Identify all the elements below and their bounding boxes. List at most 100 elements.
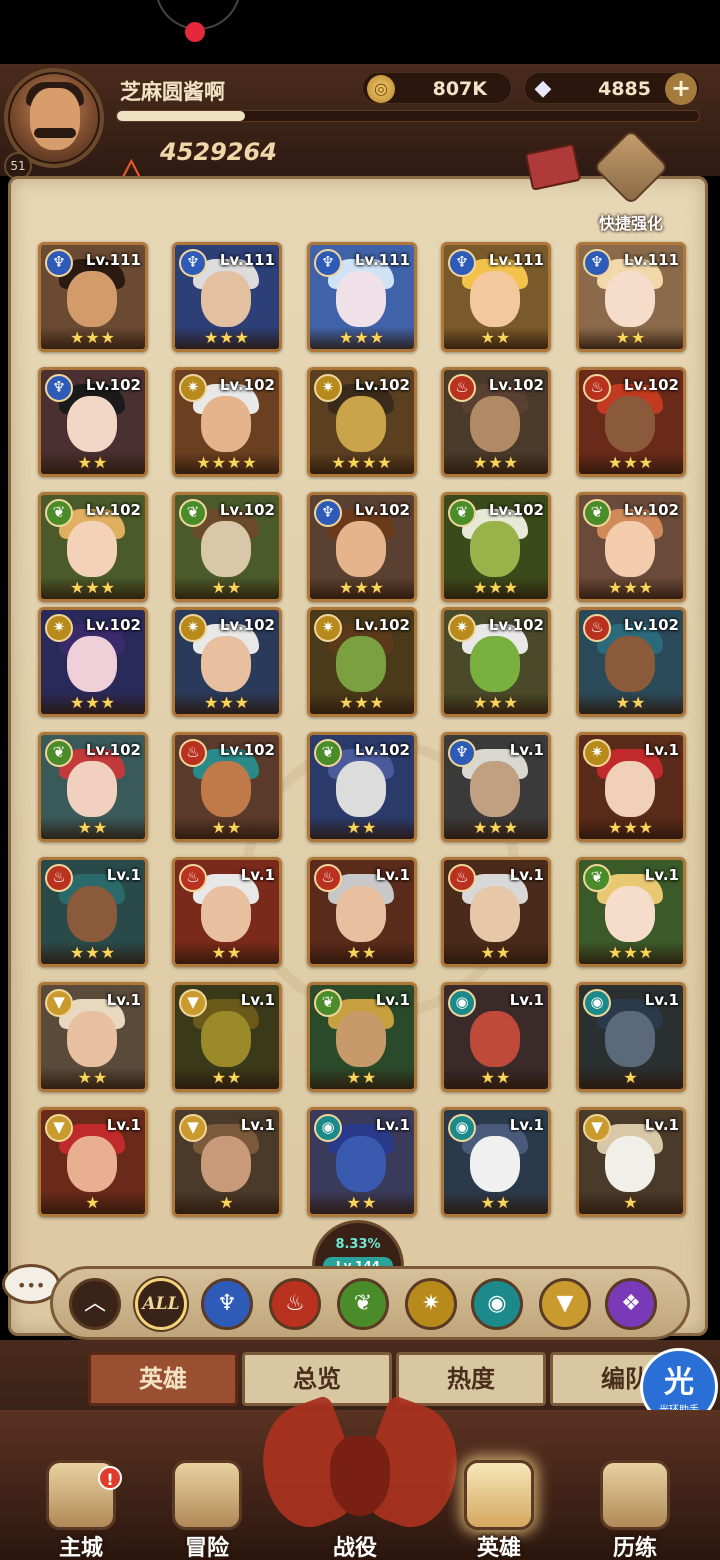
faction-earth-icon: ❦ xyxy=(448,499,476,527)
hero-card[interactable]: ✷ Lv.102 ★★★ xyxy=(441,607,551,717)
hero-level: Lv.102 xyxy=(354,501,410,519)
hero-card[interactable]: ❦ Lv.102 ★★ xyxy=(172,492,282,602)
hero-stars: ★★ xyxy=(310,1067,414,1089)
hero-card[interactable]: ✷ Lv.102 ★★★★ xyxy=(172,367,282,477)
gold-counter[interactable]: ◎ 807K xyxy=(362,72,512,104)
filter-all-button[interactable]: ALL xyxy=(135,1278,187,1330)
hero-stars: ★★★ xyxy=(579,817,683,839)
hero-stars: ★★ xyxy=(579,327,683,349)
hero-level: Lv.1 xyxy=(644,1116,679,1134)
hero-card[interactable]: ◉ Lv.1 ★★ xyxy=(307,1107,417,1217)
hero-card[interactable]: ✷ Lv.102 ★★★★ xyxy=(307,367,417,477)
faction-earth-icon: ❦ xyxy=(314,739,342,767)
nav-item-4[interactable]: 历练 xyxy=(580,1450,690,1560)
faction-filter-bar: ︿ ALL ♆ ♨ ❦ ✷ ◉ ▼ ❖ xyxy=(50,1266,690,1340)
nav-item-icon xyxy=(600,1460,670,1530)
hero-stars: ★★★★ xyxy=(310,452,414,474)
hero-level: Lv.102 xyxy=(623,501,679,519)
hero-card[interactable]: ♨ Lv.102 ★★ xyxy=(172,732,282,842)
hero-level: Lv.1 xyxy=(375,1116,410,1134)
hero-card[interactable]: ♆ Lv.1 ★★★ xyxy=(441,732,551,842)
hero-stars: ★★ xyxy=(175,817,279,839)
hero-card[interactable]: ♆ Lv.111 ★★★ xyxy=(172,242,282,352)
hero-card[interactable]: ❦ Lv.1 ★★★ xyxy=(576,857,686,967)
faction-gold-icon: ▼ xyxy=(179,989,207,1017)
nav-item-3[interactable]: 英雄 xyxy=(444,1450,554,1560)
hero-card[interactable]: ❦ Lv.102 ★★ xyxy=(38,732,148,842)
hero-card[interactable]: ◉ Lv.1 ★★ xyxy=(441,982,551,1092)
nav-item-2[interactable]: 战役 xyxy=(300,1450,410,1560)
hero-card[interactable]: ❦ Lv.1 ★★ xyxy=(307,982,417,1092)
hero-stars: ★★★ xyxy=(41,327,145,349)
faction-earth-icon: ❦ xyxy=(583,864,611,892)
hero-card[interactable]: ◉ Lv.1 ★ xyxy=(576,982,686,1092)
hero-stars: ★★ xyxy=(175,942,279,964)
tab-0[interactable]: 英雄 xyxy=(88,1352,238,1406)
faction-light-icon: ✷ xyxy=(179,614,207,642)
hero-stars: ★★★ xyxy=(310,327,414,349)
recording-dot-icon xyxy=(185,22,205,42)
hero-card[interactable]: ♨ Lv.1 ★★ xyxy=(307,857,417,967)
hero-stars: ★★ xyxy=(310,817,414,839)
hero-level: Lv.102 xyxy=(219,741,275,759)
hero-card[interactable]: ❦ Lv.102 ★★★ xyxy=(38,492,148,602)
hero-stars: ★★★ xyxy=(175,692,279,714)
hero-card[interactable]: ♆ Lv.102 ★★★ xyxy=(307,492,417,602)
hero-card[interactable]: ♆ Lv.111 ★★★ xyxy=(307,242,417,352)
filter-water-button[interactable]: ♆ xyxy=(201,1278,253,1330)
hero-card[interactable]: ♨ Lv.1 ★★ xyxy=(172,857,282,967)
hero-card[interactable]: ♆ Lv.111 ★★★ xyxy=(38,242,148,352)
hero-card[interactable]: ♆ Lv.102 ★★ xyxy=(38,367,148,477)
add-gems-button[interactable]: + xyxy=(665,73,697,105)
filter-earth-button[interactable]: ❦ xyxy=(337,1278,389,1330)
filter-light-button[interactable]: ✷ xyxy=(405,1278,457,1330)
faction-earth-icon: ❦ xyxy=(583,499,611,527)
filter-gold-button[interactable]: ▼ xyxy=(539,1278,591,1330)
hero-level: Lv.1 xyxy=(375,991,410,1009)
hero-level: Lv.1 xyxy=(106,866,141,884)
hero-level: Lv.102 xyxy=(623,376,679,394)
hero-card[interactable]: ♆ Lv.111 ★★ xyxy=(576,242,686,352)
filter-beast-button[interactable]: ◉ xyxy=(471,1278,523,1330)
filter-collapse-button[interactable]: ︿ xyxy=(69,1278,121,1330)
hero-level: Lv.1 xyxy=(375,866,410,884)
hero-card[interactable]: ✷ Lv.102 ★★★ xyxy=(172,607,282,717)
faction-beast-icon: ◉ xyxy=(448,1114,476,1142)
hero-card[interactable]: ♨ Lv.102 ★★ xyxy=(576,607,686,717)
hero-card[interactable]: ▼ Lv.1 ★ xyxy=(172,1107,282,1217)
hero-stars: ★★★★ xyxy=(175,452,279,474)
gem-counter[interactable]: ◆ 4885 + xyxy=(524,72,700,105)
hero-card[interactable]: ♨ Lv.102 ★★★ xyxy=(576,367,686,477)
hero-level: Lv.1 xyxy=(644,991,679,1009)
diamond-icon: ◆ xyxy=(534,76,552,101)
hero-card[interactable]: ▼ Lv.1 ★ xyxy=(38,1107,148,1217)
hero-card[interactable]: ♨ Lv.102 ★★★ xyxy=(441,367,551,477)
hero-card[interactable]: ▼ Lv.1 ★★ xyxy=(172,982,282,1092)
hero-card[interactable]: ❦ Lv.102 ★★ xyxy=(307,732,417,842)
hero-card[interactable]: ❦ Lv.102 ★★★ xyxy=(576,492,686,602)
quick-enhance-button[interactable]: 快捷强化 xyxy=(590,128,672,234)
hero-level: Lv.102 xyxy=(354,616,410,634)
hero-card[interactable]: ❦ Lv.102 ★★★ xyxy=(441,492,551,602)
hero-card[interactable]: ◉ Lv.1 ★★ xyxy=(441,1107,551,1217)
hero-card[interactable]: ▼ Lv.1 ★★ xyxy=(38,982,148,1092)
hero-stars: ★★★ xyxy=(579,942,683,964)
filter-fire-button[interactable]: ♨ xyxy=(269,1278,321,1330)
hero-level: Lv.111 xyxy=(219,251,275,269)
nav-item-0[interactable]: 主城 xyxy=(26,1450,136,1560)
hero-card[interactable]: ✷ Lv.102 ★★★ xyxy=(38,607,148,717)
hero-card[interactable]: ✷ Lv.1 ★★★ xyxy=(576,732,686,842)
hero-card[interactable]: ♨ Lv.1 ★★★ xyxy=(38,857,148,967)
hero-card[interactable]: ▼ Lv.1 ★ xyxy=(576,1107,686,1217)
faction-fire-icon: ♨ xyxy=(583,614,611,642)
hero-card[interactable]: ✷ Lv.102 ★★★ xyxy=(307,607,417,717)
hero-stars: ★★★ xyxy=(579,577,683,599)
nav-item-1[interactable]: 冒险 xyxy=(152,1450,262,1560)
hero-level: Lv.111 xyxy=(354,251,410,269)
hero-stars: ★ xyxy=(175,1192,279,1214)
hero-card[interactable]: ♨ Lv.1 ★★ xyxy=(441,857,551,967)
faction-earth-icon: ❦ xyxy=(45,739,73,767)
hero-stars: ★★ xyxy=(444,327,548,349)
hero-card[interactable]: ♆ Lv.111 ★★ xyxy=(441,242,551,352)
filter-void-button[interactable]: ❖ xyxy=(605,1278,657,1330)
